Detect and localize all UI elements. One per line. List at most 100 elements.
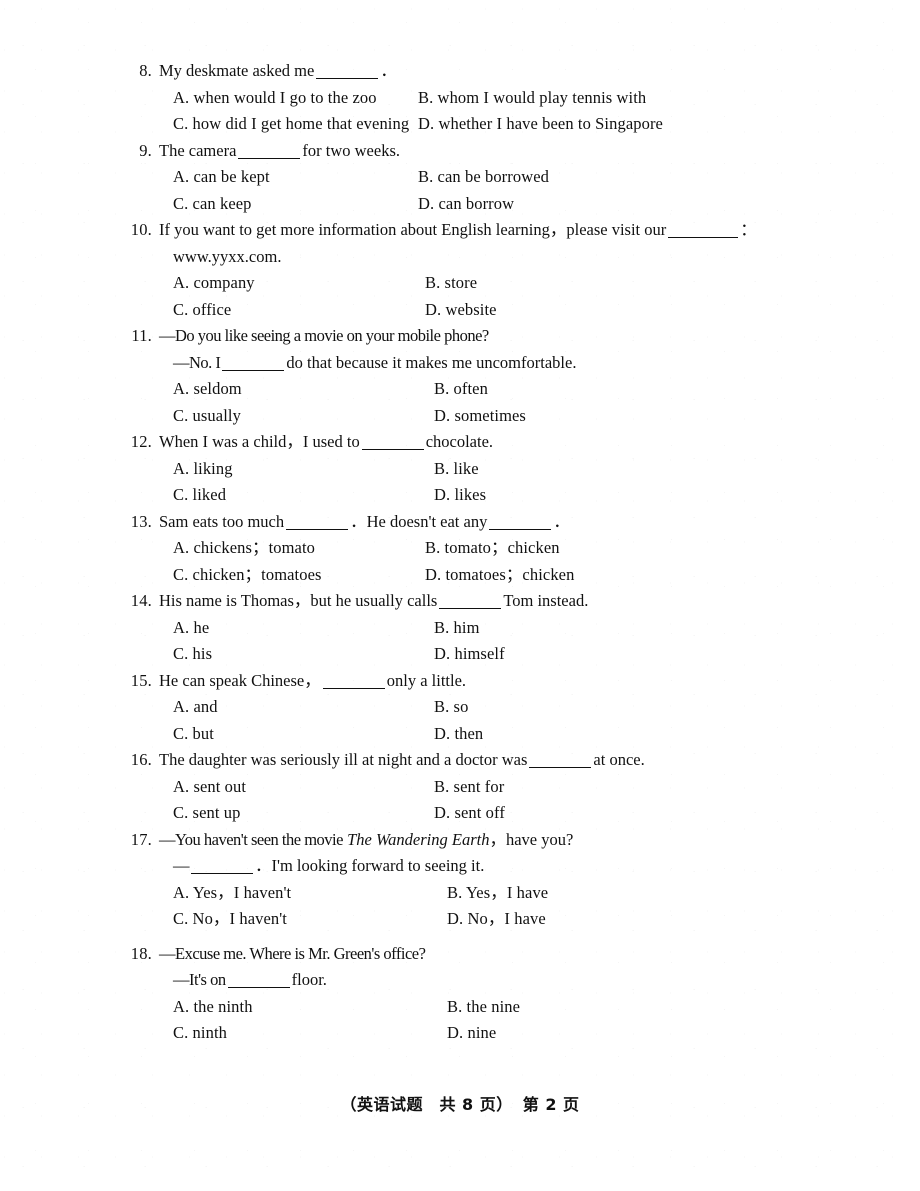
- question-9: 9. The camera for two weeks. A. can be ke…: [118, 138, 808, 218]
- option-d[interactable]: D. tomatoes；chicken: [398, 562, 808, 589]
- question-continuation: —No. I do that because it makes me uncomf…: [118, 350, 808, 377]
- question-number: 9.: [139, 140, 152, 160]
- option-row: C. office D. website: [118, 297, 808, 324]
- question-number: 15.: [130, 670, 152, 690]
- question-stem: 14. His name is Thomas，but he usually ca…: [118, 588, 808, 615]
- option-a[interactable]: A. he: [118, 615, 398, 642]
- option-row: C. liked D. likes: [118, 482, 808, 509]
- option-row: C. ninth D. nine: [118, 1020, 808, 1047]
- option-row: C. can keep D. can borrow: [118, 191, 808, 218]
- question-number: 16.: [130, 750, 152, 769]
- option-group: A. can be kept B. can be borrowed C. can…: [118, 164, 808, 217]
- question-number: 13.: [130, 511, 152, 531]
- option-d[interactable]: D. nine: [398, 1020, 808, 1047]
- option-b[interactable]: B. often: [398, 376, 808, 403]
- option-c[interactable]: C. chicken；tomatoes: [118, 562, 398, 589]
- option-a[interactable]: A. the ninth: [118, 994, 398, 1021]
- option-c[interactable]: C. office: [118, 297, 398, 324]
- option-c[interactable]: C. usually: [118, 403, 398, 430]
- answer-blank: [286, 528, 349, 530]
- question-stem: 10. If you want to get more information …: [118, 217, 808, 244]
- option-group: A. sent out B. sent for C. sent up D. se…: [118, 774, 808, 827]
- option-d[interactable]: D. himself: [398, 641, 808, 668]
- stem-part: His name is Thomas，but he usually calls: [159, 591, 438, 610]
- option-group: A. company B. store C. office D. website: [118, 270, 808, 323]
- option-row: A. seldom B. often: [118, 376, 808, 403]
- option-row: A. chickens；tomato B. tomato；chicken: [118, 535, 808, 562]
- exam-page: 8. My deskmate asked me ． A. when would I…: [0, 0, 920, 1191]
- continuation-part: floor.: [291, 970, 327, 989]
- option-d[interactable]: D. whether I have been to Singapore: [398, 111, 808, 138]
- option-a[interactable]: A. and: [118, 694, 398, 721]
- option-a[interactable]: A. sent out: [118, 774, 398, 801]
- continuation-part: —No. I: [173, 352, 221, 372]
- option-b[interactable]: B. can be borrowed: [398, 164, 808, 191]
- option-d[interactable]: D. sometimes: [398, 403, 808, 430]
- option-a[interactable]: A. chickens；tomato: [118, 535, 398, 562]
- question-stem-text: His name is Thomas，but he usually calls T…: [159, 588, 808, 615]
- option-c[interactable]: C. ninth: [118, 1020, 398, 1047]
- question-stem-text: —You haven't seen the movie The Wanderin…: [159, 827, 808, 854]
- option-b[interactable]: B. him: [398, 615, 808, 642]
- answer-blank: [227, 987, 290, 988]
- option-row: C. but D. then: [118, 721, 808, 748]
- question-stem-text: My deskmate asked me ．: [159, 58, 808, 85]
- option-group: A. when would I go to the zoo B. whom I …: [118, 85, 808, 138]
- option-b[interactable]: B. the nine: [398, 994, 808, 1021]
- option-d[interactable]: D. sent off: [398, 800, 808, 827]
- option-b[interactable]: B. Yes，I have: [398, 880, 808, 907]
- option-d[interactable]: D. likes: [398, 482, 808, 509]
- continuation-part: do that because it makes me uncomfortabl…: [286, 352, 577, 372]
- option-b[interactable]: B. like: [398, 456, 808, 483]
- option-c[interactable]: C. his: [118, 641, 398, 668]
- option-a[interactable]: A. liking: [118, 456, 398, 483]
- question-stem-text: When I was a child，I used to chocolate.: [159, 429, 808, 456]
- question-stem-text: —Excuse me. Where is Mr. Green's office?: [159, 943, 426, 963]
- stem-part: Tom instead.: [503, 591, 589, 610]
- option-a[interactable]: A. seldom: [118, 376, 398, 403]
- option-c[interactable]: C. but: [118, 721, 398, 748]
- answer-blank: [316, 78, 379, 79]
- option-row: C. No，I haven't D. No，I have: [118, 906, 808, 933]
- option-c[interactable]: C. liked: [118, 482, 398, 509]
- question-stem: 17. —You haven't seen the movie The Wand…: [118, 827, 808, 854]
- option-a[interactable]: A. Yes，I haven't: [118, 880, 398, 907]
- option-b[interactable]: B. whom I would play tennis with: [398, 85, 808, 112]
- option-d[interactable]: D. then: [398, 721, 808, 748]
- option-row: C. sent up D. sent off: [118, 800, 808, 827]
- answer-blank: [439, 608, 502, 609]
- option-b[interactable]: B. so: [398, 694, 808, 721]
- option-c[interactable]: C. No，I haven't: [118, 906, 398, 933]
- stem-part: He can speak Chinese，: [159, 670, 321, 690]
- footer-page-number: 第 2 页: [522, 1095, 580, 1114]
- option-row: A. when would I go to the zoo B. whom I …: [118, 85, 808, 112]
- option-c[interactable]: C. how did I get home that evening: [118, 111, 409, 138]
- option-c[interactable]: C. can keep: [118, 191, 398, 218]
- option-row: A. sent out B. sent for: [118, 774, 808, 801]
- option-d[interactable]: D. website: [398, 297, 808, 324]
- continuation-part: ．I'm looking forward to seeing it.: [255, 856, 485, 875]
- stem-part: ．: [553, 511, 570, 531]
- stem-part: ．: [380, 61, 397, 80]
- option-c[interactable]: C. sent up: [118, 800, 398, 827]
- question-continuation: —It's on floor.: [118, 967, 808, 994]
- answer-blank: [668, 237, 739, 238]
- stem-part: The daughter was seriously ill at night …: [159, 750, 528, 769]
- option-b[interactable]: B. tomato；chicken: [398, 535, 808, 562]
- option-d[interactable]: D. No，I have: [398, 906, 808, 933]
- option-row: C. how did I get home that evening D. wh…: [118, 111, 808, 138]
- question-stem: 18. —Excuse me. Where is Mr. Green's off…: [118, 941, 808, 968]
- stem-part: —You haven't seen the movie: [159, 829, 343, 849]
- option-a[interactable]: A. when would I go to the zoo: [118, 85, 398, 112]
- question-number: 17.: [130, 829, 152, 849]
- answer-blank: [361, 449, 424, 450]
- option-row: A. company B. store: [118, 270, 808, 297]
- option-d[interactable]: D. can borrow: [398, 191, 808, 218]
- option-b[interactable]: B. sent for: [398, 774, 808, 801]
- option-group: A. and B. so C. but D. then: [118, 694, 808, 747]
- question-stem-text: Sam eats too much ．He doesn't eat any ．: [159, 509, 808, 536]
- option-b[interactable]: B. store: [398, 270, 808, 297]
- question-17: 17. —You haven't seen the movie The Wand…: [118, 827, 808, 933]
- option-a[interactable]: A. company: [118, 270, 398, 297]
- option-a[interactable]: A. can be kept: [118, 164, 398, 191]
